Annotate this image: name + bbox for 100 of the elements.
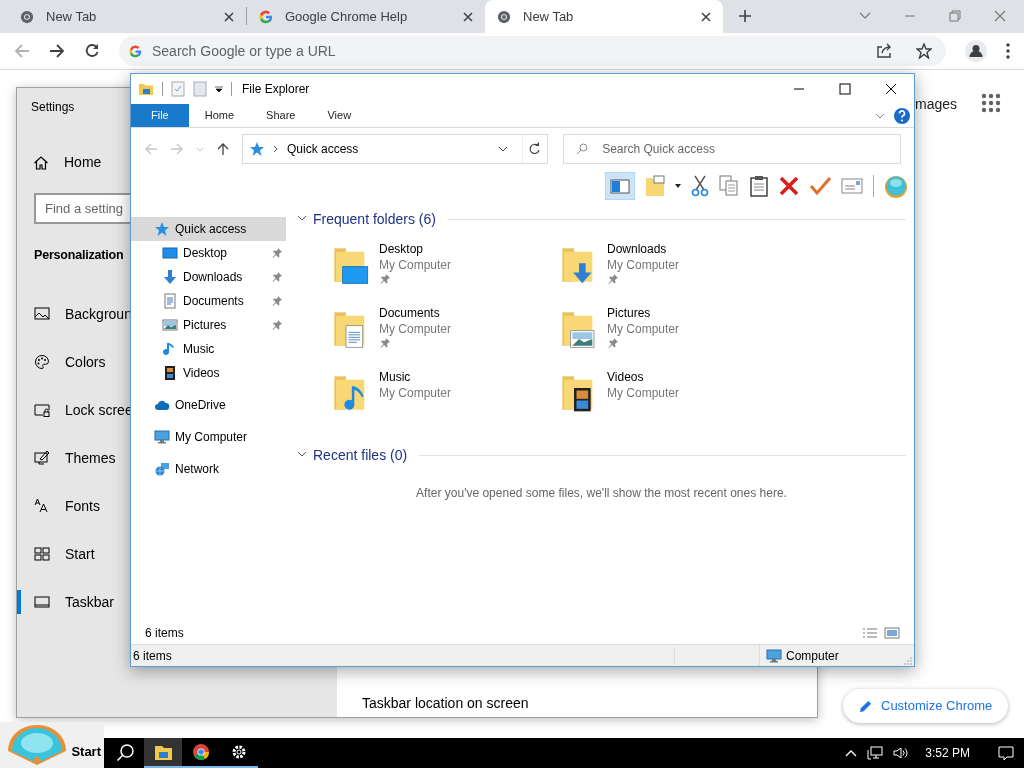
monitor-icon [154, 429, 170, 445]
up-arrow-icon[interactable] [216, 142, 230, 156]
checkmark-icon[interactable] [809, 176, 831, 196]
copy-icon[interactable] [719, 175, 739, 197]
dropdown-icon[interactable] [675, 184, 681, 188]
brush-icon [34, 450, 50, 466]
file-explorer-icon[interactable] [144, 738, 182, 768]
folder-name[interactable]: Pictures [607, 305, 680, 321]
window-title: File Explorer [242, 81, 310, 98]
folder-location: My Computer [607, 321, 680, 337]
start-button[interactable]: Start [0, 722, 104, 768]
star-icon [249, 141, 265, 157]
ribbon-tab[interactable]: View [311, 104, 368, 127]
pin-icon [271, 295, 283, 307]
delete-icon[interactable] [779, 176, 799, 196]
tab-title: Google Chrome Help [285, 7, 409, 26]
reload-icon[interactable] [84, 43, 100, 59]
document-icon [162, 293, 178, 309]
browser-tab[interactable]: New Tab [485, 0, 723, 33]
star-icon[interactable] [916, 43, 932, 59]
empty-message: After you've opened some files, we'll show the most recent ones here. [415, 485, 788, 502]
folder-name[interactable]: Downloads [607, 241, 680, 257]
nav-item[interactable]: My Computer [131, 425, 286, 449]
address-bar[interactable]: Quick access [242, 134, 549, 164]
share-icon[interactable] [876, 43, 892, 59]
search-field[interactable]: Search Quick access [563, 134, 901, 164]
nav-item[interactable]: Pictures [131, 313, 286, 337]
pin-icon [271, 247, 283, 259]
ribbon-tab[interactable]: Home [188, 104, 251, 127]
nav-item[interactable]: Documents [131, 289, 286, 313]
chrome-logo-icon [497, 9, 511, 24]
close-icon [463, 11, 473, 22]
network-icon[interactable] [867, 745, 884, 761]
settings-nav-item[interactable]: Taskbar [17, 582, 130, 622]
profile-icon[interactable] [965, 40, 987, 62]
window-title: Settings [31, 99, 75, 116]
scissors-icon[interactable] [691, 175, 709, 197]
nav-item[interactable]: Downloads [131, 265, 286, 289]
fonts-icon [34, 498, 50, 514]
notification-icon[interactable] [998, 745, 1014, 761]
folder-name[interactable]: Videos [607, 369, 680, 385]
nav-item[interactable]: OneDrive [131, 393, 286, 417]
search-field[interactable]: Find a setting [34, 193, 131, 224]
volume-icon[interactable] [893, 745, 910, 761]
settings-nav-item[interactable]: Start [17, 534, 130, 574]
folder-name[interactable]: Documents [379, 305, 452, 321]
customize-chrome-button[interactable]: Customize Chrome [843, 689, 1009, 723]
clock-time[interactable]: 3:52 PM [925, 744, 970, 762]
large-icons-view-icon[interactable] [884, 627, 900, 639]
monitor-icon [766, 647, 782, 664]
settings-nav-item[interactable]: Colors [17, 342, 130, 382]
nav-item[interactable]: Network [131, 457, 286, 481]
clipboard-icon[interactable] [749, 175, 769, 197]
settings-nav-item[interactable]: Backgroun [17, 294, 130, 334]
folder-name[interactable]: Desktop [379, 241, 452, 257]
apps-grid-icon[interactable] [981, 93, 1001, 113]
tab-title: New Tab [46, 7, 98, 26]
monitor-icon [162, 245, 178, 261]
caret-up-icon[interactable] [845, 749, 858, 757]
folder-location: My Computer [607, 385, 680, 401]
close-icon [224, 11, 234, 22]
settings-nav-item[interactable]: Home [64, 152, 102, 173]
item-count: 6 items [145, 625, 184, 642]
chevron-right-icon [273, 145, 279, 153]
chevron-down-icon[interactable] [498, 145, 509, 153]
folder-name[interactable]: Music [379, 369, 452, 385]
nav-item[interactable]: Music [131, 337, 286, 361]
nav-item[interactable]: Desktop [131, 241, 286, 265]
ribbon-tab[interactable]: Share [250, 104, 312, 127]
nav-item[interactable]: Quick access [131, 217, 286, 241]
settings-nav-item[interactable]: Themes [17, 438, 130, 478]
shell-icon [6, 723, 68, 767]
address-placeholder: Search Google or type a URL [152, 41, 337, 61]
preview-pane-icon[interactable] [605, 172, 635, 200]
status-text: 6 items [131, 646, 675, 665]
settings-nav-item[interactable]: Fonts [17, 486, 130, 526]
nav-item[interactable]: Videos [131, 361, 286, 385]
section-heading[interactable]: Frequent folders (6) [313, 208, 436, 230]
picture-icon [34, 306, 50, 322]
pin-icon [271, 271, 283, 283]
chrome-logo-icon [20, 9, 34, 24]
chevron-down-icon[interactable] [297, 215, 307, 223]
search-icon [576, 143, 589, 155]
g-logo-icon [129, 44, 142, 58]
tiles-icon [34, 546, 50, 562]
ribbon-tab[interactable]: File [131, 104, 189, 127]
chevron-down-icon[interactable] [297, 451, 307, 459]
folder-location: My Computer [379, 321, 452, 337]
section-heading[interactable]: Recent files (0) [313, 444, 408, 466]
new-tab-icon[interactable] [738, 9, 752, 23]
taskbar-icon [34, 594, 50, 610]
dropdown-icon[interactable] [215, 85, 223, 93]
address-bar[interactable]: Search Google or type a URL [119, 36, 946, 66]
menu-icon[interactable] [1006, 43, 1010, 59]
section-heading: Personalization [34, 247, 124, 264]
close-icon[interactable] [994, 10, 1006, 22]
close-icon [701, 11, 711, 22]
forward-icon[interactable] [49, 43, 65, 59]
images-link[interactable]: mages [915, 94, 958, 115]
tab-title: New Tab [523, 7, 575, 26]
